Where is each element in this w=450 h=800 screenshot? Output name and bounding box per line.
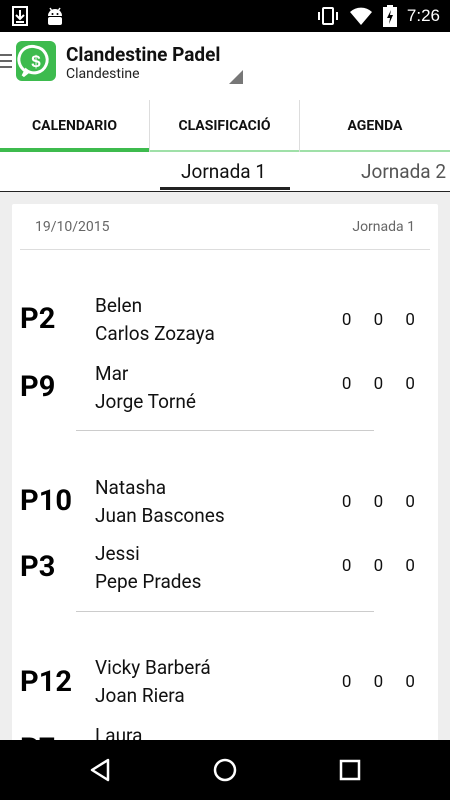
- jornada-card: 19/10/2015 Jornada 1 P2 Belen Carlos Zoz…: [12, 204, 438, 740]
- player-name: Joan Riera: [95, 684, 185, 707]
- svg-text:$: $: [31, 52, 41, 71]
- pair-code: P10: [20, 484, 72, 518]
- match-divider: [76, 611, 374, 612]
- vibrate-icon: [317, 7, 338, 25]
- app-title: Clandestine Padel: [66, 43, 221, 66]
- pair-score: 0 0 0: [341, 492, 424, 512]
- recents-icon[interactable]: [339, 758, 361, 782]
- pair-code: P9: [20, 370, 56, 404]
- pair-code: P7: [20, 732, 55, 740]
- tab-jornada-1[interactable]: Jornada 1: [181, 160, 266, 183]
- player-name: Belen: [95, 294, 143, 317]
- player-name: Laura: [95, 724, 143, 740]
- tab-jornada-2[interactable]: Jornada 2: [361, 160, 446, 183]
- card-header: 19/10/2015 Jornada 1: [20, 204, 430, 250]
- clock: 7:26: [406, 6, 440, 25]
- player-name: Juan Bascones: [95, 504, 225, 527]
- tab-label: CLASIFICACIÓ: [178, 118, 271, 134]
- tab-label: AGENDA: [347, 118, 403, 134]
- download-icon: [12, 6, 28, 26]
- player-name: Natasha: [95, 476, 167, 499]
- menu-icon[interactable]: [0, 54, 12, 72]
- tab-calendario[interactable]: CALENDARIO: [0, 100, 150, 152]
- pair-score: 0 0 0: [341, 374, 424, 394]
- match-divider: [76, 430, 374, 431]
- dollar-chat-icon[interactable]: $: [16, 41, 56, 81]
- card-jornada-label: Jornada 1: [352, 219, 415, 235]
- tab-agenda[interactable]: AGENDA: [300, 100, 450, 152]
- back-icon[interactable]: [88, 758, 112, 782]
- status-bar: 7:26: [0, 0, 450, 32]
- main-tabs: CALENDARIO CLASIFICACIÓ AGENDA: [0, 100, 450, 152]
- jornada-tabs: Jornada 1 Jornada 2: [0, 152, 450, 192]
- system-nav-bar: [0, 740, 450, 800]
- pair-code: P3: [20, 550, 56, 584]
- dropdown-arrow-icon[interactable]: [229, 70, 243, 84]
- player-name: Jessi: [95, 542, 140, 565]
- app-bar: $ Clandestine Padel Clandestine: [0, 32, 450, 100]
- player-name: Vicky Barberá: [95, 656, 211, 679]
- pair-score: 0 0 0: [341, 556, 424, 576]
- pair-score: 0 0 0: [341, 310, 424, 330]
- player-name: Mar: [95, 362, 129, 385]
- tab-label: CALENDARIO: [32, 118, 117, 134]
- pair-code: P2: [20, 302, 56, 336]
- pair-score: 0 0 0: [341, 672, 424, 692]
- content-area[interactable]: 19/10/2015 Jornada 1 P2 Belen Carlos Zoz…: [0, 192, 450, 740]
- player-name: Carlos Zozaya: [95, 322, 215, 345]
- player-name: Jorge Torné: [95, 390, 196, 413]
- match-date: 19/10/2015: [35, 219, 110, 235]
- wifi-icon: [349, 7, 372, 25]
- active-tab-indicator: [160, 187, 290, 190]
- tab-clasificacio[interactable]: CLASIFICACIÓ: [150, 100, 300, 152]
- player-name: Pepe Prades: [95, 570, 202, 593]
- league-selector[interactable]: Clandestine: [66, 66, 140, 82]
- home-icon[interactable]: [213, 758, 237, 782]
- pair-code: P12: [20, 665, 72, 699]
- android-icon: [48, 7, 62, 25]
- battery-charging-icon: [382, 5, 397, 27]
